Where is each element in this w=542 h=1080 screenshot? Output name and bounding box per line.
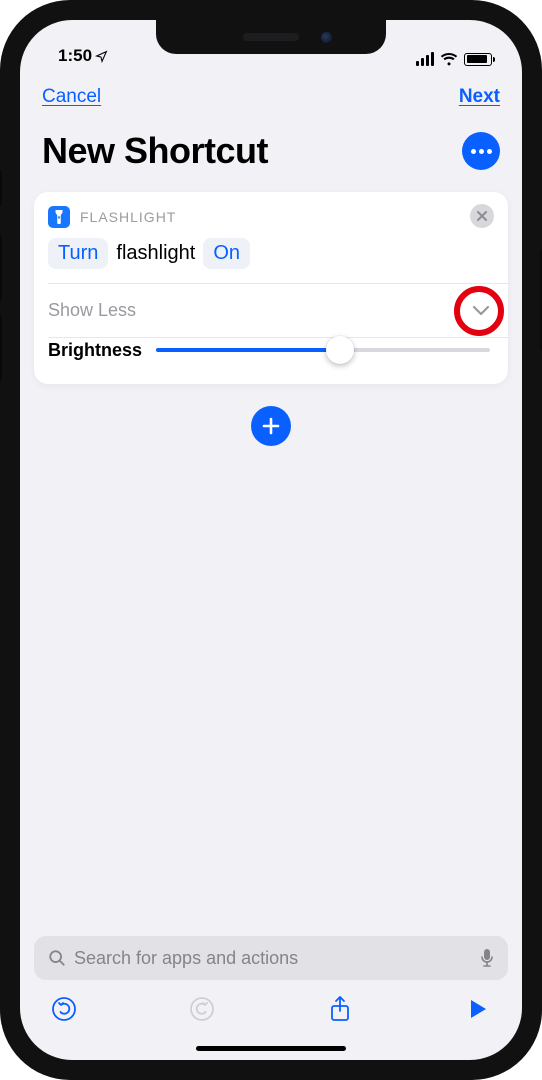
- search-bar[interactable]: [34, 936, 508, 980]
- action-state-token[interactable]: On: [203, 238, 250, 269]
- action-card: FLASHLIGHT Turn flashlight On Show Less: [34, 192, 508, 384]
- home-indicator[interactable]: [196, 1046, 346, 1051]
- show-less-button[interactable]: Show Less: [48, 300, 136, 321]
- nav-bar: Cancel Next: [20, 68, 522, 108]
- cellular-signal-icon: [416, 52, 434, 66]
- add-action-button[interactable]: [251, 406, 291, 446]
- search-input[interactable]: [74, 948, 472, 969]
- run-button[interactable]: [462, 993, 494, 1025]
- remove-action-button[interactable]: [470, 204, 494, 228]
- search-icon: [48, 949, 66, 967]
- brightness-label: Brightness: [48, 340, 142, 361]
- battery-icon: [464, 53, 492, 66]
- share-button[interactable]: [324, 993, 356, 1025]
- brightness-slider[interactable]: [156, 338, 490, 362]
- next-button[interactable]: Next: [459, 86, 500, 108]
- dictation-icon[interactable]: [480, 948, 494, 968]
- redo-button[interactable]: [186, 993, 218, 1025]
- action-summary: Turn flashlight On: [34, 238, 508, 283]
- action-verb-token[interactable]: Turn: [48, 238, 108, 269]
- page-title: New Shortcut: [42, 130, 268, 172]
- status-time: 1:50: [58, 46, 92, 66]
- action-object-token: flashlight: [114, 238, 197, 269]
- cancel-button[interactable]: Cancel: [42, 86, 101, 108]
- flashlight-icon: [48, 206, 70, 228]
- chevron-down-icon[interactable]: [472, 305, 490, 317]
- location-icon: [95, 50, 108, 63]
- bottom-toolbar: [20, 986, 522, 1032]
- wifi-icon: [440, 52, 458, 66]
- undo-button[interactable]: [48, 993, 80, 1025]
- action-app-label: FLASHLIGHT: [80, 209, 176, 225]
- more-options-button[interactable]: [462, 132, 500, 170]
